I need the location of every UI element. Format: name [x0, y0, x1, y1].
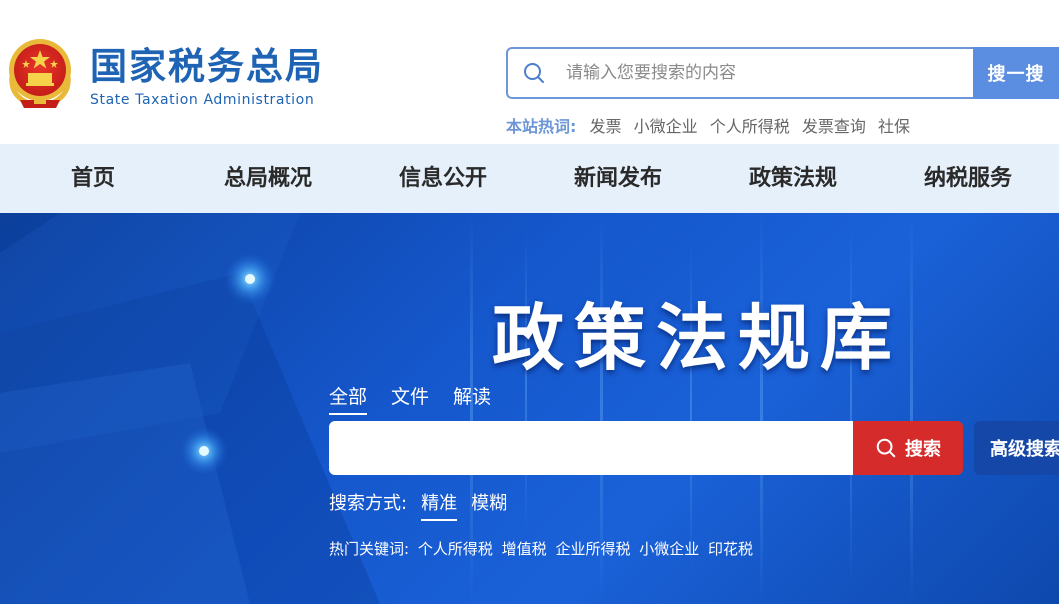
site-header: 国家税务总局 State Taxation Administration 搜一搜…	[0, 0, 1059, 144]
hot-word-link[interactable]: 个人所得税	[710, 117, 790, 136]
tab-all[interactable]: 全部	[329, 382, 368, 415]
hot-keyword-link[interactable]: 增值税	[502, 540, 547, 558]
national-emblem-icon[interactable]	[6, 36, 74, 110]
policy-search-label: 搜索	[905, 439, 941, 460]
search-scope-tabs: 全部 文件 解读	[329, 382, 515, 415]
site-title-en[interactable]: State Taxation Administration	[90, 92, 314, 108]
main-nav: 首页 总局概况 信息公开 新闻发布 政策法规 纳税服务	[0, 144, 1059, 213]
nav-item-disclosure[interactable]: 信息公开	[378, 144, 508, 213]
search-icon	[524, 63, 544, 83]
hot-word-link[interactable]: 发票查询	[802, 117, 866, 136]
site-search-input[interactable]	[566, 49, 966, 97]
nav-item-policy[interactable]: 政策法规	[728, 144, 858, 213]
hot-keyword-link[interactable]: 印花税	[708, 540, 753, 558]
hot-keywords: 热门关键词: 个人所得税 增值税 企业所得税 小微企业 印花税	[329, 538, 753, 559]
nav-item-home[interactable]: 首页	[28, 144, 158, 213]
hot-keyword-link[interactable]: 企业所得税	[555, 540, 630, 558]
policy-search-input[interactable]	[329, 421, 854, 475]
policy-search-button[interactable]: 搜索	[853, 421, 963, 475]
hot-words: 本站热词: 发票 小微企业 个人所得税 发票查询 社保	[506, 113, 917, 137]
advanced-search-button[interactable]: 高级搜索	[974, 421, 1059, 475]
site-search-button[interactable]: 搜一搜	[973, 47, 1059, 99]
site-title-cn[interactable]: 国家税务总局	[90, 42, 324, 90]
hot-word-link[interactable]: 小微企业	[634, 117, 698, 136]
policy-hero-banner: 政策法规库 全部 文件 解读 搜索 高级搜索 搜索方式: 精准 模糊 热门关键词…	[0, 213, 1059, 604]
hot-words-label: 本站热词:	[506, 117, 577, 136]
search-icon	[876, 438, 896, 458]
nav-item-overview[interactable]: 总局概况	[203, 144, 333, 213]
tab-documents[interactable]: 文件	[391, 382, 429, 415]
hot-word-link[interactable]: 社保	[878, 117, 910, 136]
search-mode: 搜索方式: 精准 模糊	[329, 489, 507, 521]
policy-library-title: 政策法规库	[492, 295, 903, 380]
hot-keyword-link[interactable]: 个人所得税	[418, 540, 493, 558]
hot-keywords-label: 热门关键词:	[329, 540, 410, 558]
hot-keyword-link[interactable]: 小微企业	[639, 540, 699, 558]
nav-item-service[interactable]: 纳税服务	[903, 144, 1033, 213]
mode-exact[interactable]: 精准	[421, 489, 458, 521]
mode-fuzzy[interactable]: 模糊	[471, 489, 507, 521]
tab-interpretation[interactable]: 解读	[453, 382, 491, 415]
nav-item-news[interactable]: 新闻发布	[553, 144, 683, 213]
hot-word-link[interactable]: 发票	[590, 117, 622, 136]
search-mode-label: 搜索方式:	[329, 493, 408, 514]
